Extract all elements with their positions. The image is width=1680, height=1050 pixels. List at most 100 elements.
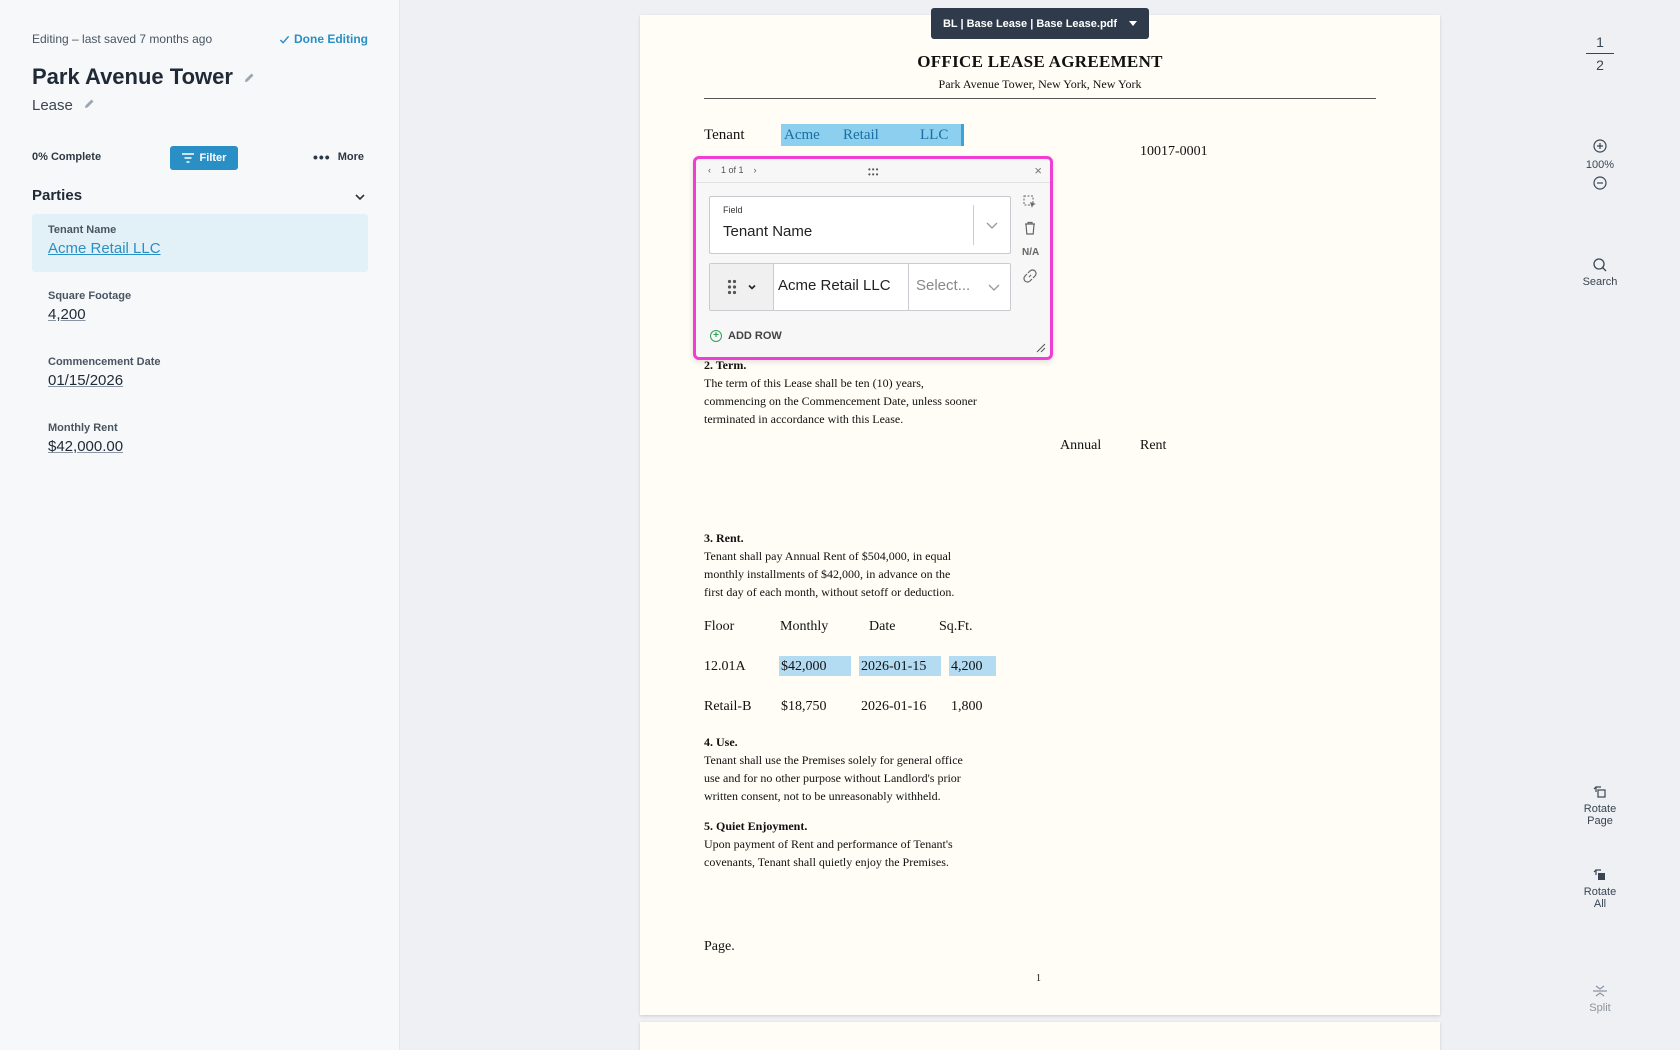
total-pages: 2	[1596, 57, 1604, 73]
next-icon[interactable]: ›	[754, 165, 757, 175]
field-label: Monthly Rent	[48, 422, 118, 434]
search-label: Search	[1582, 276, 1618, 288]
rotate-page-icon	[1593, 786, 1606, 798]
quiet-line: Upon payment of Rent and performance of …	[704, 837, 953, 851]
zoom-out-icon[interactable]	[1556, 175, 1644, 194]
completion-status: 0% Complete	[32, 151, 102, 163]
popover-header: ‹ 1 of 1 › ••• ••• ×	[696, 159, 1050, 183]
rent-word: Rent	[1140, 438, 1167, 453]
more-dots-icon: •••	[313, 149, 331, 165]
tenant-word: Acme	[784, 127, 820, 143]
edit-type-icon[interactable]	[83, 97, 95, 114]
table-cell-highlighted[interactable]: 4,200	[949, 656, 996, 676]
drag-grip-icon[interactable]: ••• •••	[868, 166, 879, 179]
split-label: Split	[1589, 1002, 1611, 1014]
field-editor-popover: ‹ 1 of 1 › ••• ••• × Field Tenant Name N/…	[693, 156, 1053, 360]
field-value[interactable]: 01/15/2026	[48, 372, 352, 389]
filter-button[interactable]: Filter	[170, 146, 238, 170]
rotate-all-button[interactable]: Rotate All	[1556, 867, 1644, 910]
document-selector[interactable]: BL | Base Lease | Base Lease.pdf	[931, 8, 1149, 39]
use-heading: 4. Use.	[704, 735, 738, 749]
table-cell: 1,800	[951, 699, 983, 714]
row-drag-handle[interactable]	[710, 264, 774, 310]
table-cell: 12.01A	[704, 659, 746, 674]
done-editing-button[interactable]: Done Editing	[279, 32, 368, 46]
save-status: Editing – last saved 7 months ago	[32, 32, 213, 46]
table-cell: $18,750	[781, 699, 827, 714]
na-button[interactable]: N/A	[1022, 247, 1039, 258]
field-value[interactable]: Acme Retail LLC	[48, 240, 352, 257]
rotate-all-label-1: Rotate	[1583, 886, 1617, 898]
parties-section-header[interactable]: Parties	[32, 187, 368, 207]
zoom-controls: 100%	[1556, 138, 1644, 194]
prev-icon[interactable]: ‹	[708, 165, 711, 175]
tenant-highlight[interactable]: Acme Retail LLC	[781, 124, 964, 146]
table-cell: Retail-B	[704, 699, 752, 714]
close-icon[interactable]: ×	[1034, 163, 1042, 178]
section-title: Parties	[32, 187, 83, 204]
field-commencement-date[interactable]: Commencement Date 01/15/2026	[32, 346, 368, 412]
field-label: Commencement Date	[48, 356, 161, 368]
divider	[1586, 53, 1614, 54]
more-button[interactable]: ••• More	[313, 149, 364, 165]
search-icon	[1593, 258, 1607, 272]
table-cell-highlighted[interactable]: 2026-01-15	[859, 656, 941, 676]
document-page-2	[640, 1022, 1440, 1050]
document-type-text: Lease	[32, 97, 73, 114]
link-icon[interactable]	[1022, 269, 1038, 286]
field-value[interactable]: 4,200	[48, 306, 352, 323]
use-line: written consent, not to be unreasonably …	[704, 789, 941, 803]
document-type: Lease	[32, 97, 95, 114]
popover-pager: ‹ 1 of 1 ›	[708, 165, 757, 175]
field-value[interactable]: $42,000.00	[48, 438, 352, 455]
row-value-input[interactable]: Acme Retail LLC	[778, 277, 891, 294]
rotate-page-button[interactable]: Rotate Page	[1556, 784, 1644, 827]
rent-heading: 3. Rent.	[704, 531, 744, 545]
select-region-icon[interactable]	[1022, 195, 1038, 212]
field-label: Square Footage	[48, 290, 132, 302]
table-header: Floor	[704, 619, 735, 634]
field-square-footage[interactable]: Square Footage 4,200	[32, 280, 368, 346]
done-editing-label: Done Editing	[294, 32, 368, 46]
zoom-in-icon[interactable]	[1556, 138, 1644, 157]
document-title: Park Avenue Tower	[32, 64, 255, 90]
divider	[908, 264, 909, 310]
field-tenant-name[interactable]: Tenant Name Acme Retail LLC	[32, 214, 368, 272]
status-row: Editing – last saved 7 months ago Done E…	[32, 32, 368, 50]
edit-title-icon[interactable]	[243, 64, 255, 90]
more-label: More	[337, 151, 364, 163]
field-select-label: Field	[723, 205, 743, 215]
field-select-value: Tenant Name	[723, 223, 813, 240]
page-indicator: 1 2	[1556, 32, 1644, 75]
rotate-all-icon	[1593, 869, 1605, 880]
table-header: Sq.Ft.	[939, 619, 973, 634]
table-cell-highlighted[interactable]: $42,000	[779, 656, 851, 676]
field-select[interactable]: Field Tenant Name	[709, 196, 1011, 254]
add-row-button[interactable]: + ADD ROW	[710, 330, 782, 342]
chevron-down-icon	[988, 284, 1000, 291]
filter-icon	[181, 153, 194, 163]
field-monthly-rent[interactable]: Monthly Rent $42,000.00	[32, 412, 368, 478]
divider	[973, 205, 974, 245]
rotate-page-label-1: Rotate	[1583, 803, 1617, 815]
current-page: 1	[1596, 34, 1604, 50]
term-line: The term of this Lease shall be ten (10)…	[704, 376, 924, 390]
tenant-label: Tenant	[704, 127, 745, 143]
search-button[interactable]: Search	[1556, 257, 1644, 288]
match-counter: 1 of 1	[721, 165, 744, 175]
zoom-level: 100%	[1585, 159, 1615, 171]
rent-line: first day of each month, without setoff …	[704, 585, 955, 599]
rent-line: Tenant shall pay Annual Rent of $504,000…	[704, 549, 952, 563]
rent-line: monthly installments of $42,000, in adva…	[704, 567, 951, 581]
trash-icon[interactable]	[1022, 221, 1038, 238]
divider	[704, 98, 1376, 99]
term-line: terminated in accordance with this Lease…	[704, 412, 904, 426]
check-icon	[279, 35, 290, 44]
sidebar-toolbar: 0% Complete Filter ••• More	[32, 146, 368, 170]
sidebar: Editing – last saved 7 months ago Done E…	[0, 0, 400, 1050]
split-button[interactable]: Split	[1556, 983, 1644, 1014]
page-word: Page.	[704, 939, 735, 954]
table-header: Monthly	[780, 619, 829, 634]
caret-down-icon	[1129, 21, 1138, 26]
resize-handle-icon[interactable]	[1036, 343, 1046, 353]
